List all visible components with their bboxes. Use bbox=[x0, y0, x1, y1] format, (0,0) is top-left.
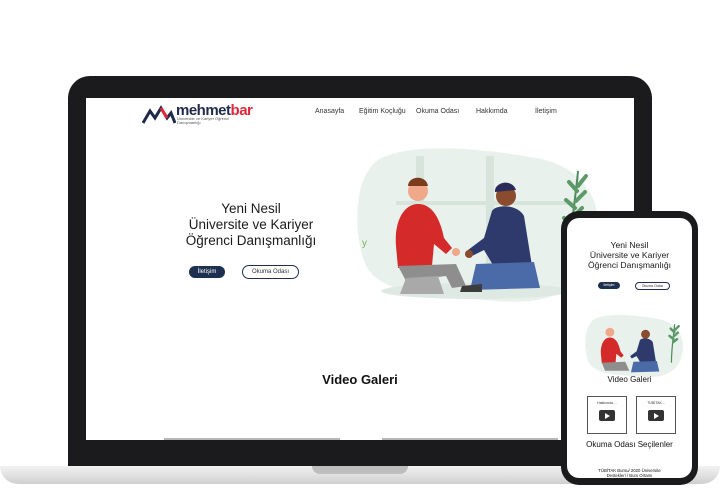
mobile-video-card[interactable]: Hakkımda ... bbox=[587, 396, 627, 434]
laptop-notch bbox=[312, 466, 408, 474]
mobile-hero-title-line: Üniversite ve Kariyer bbox=[589, 250, 670, 260]
mobile-footer-text: TÜBİTAK Bursu/ 2020 Üniversite Destekler… bbox=[567, 468, 692, 478]
mobile-video-card[interactable]: TÜBİTAK... bbox=[636, 396, 676, 434]
desktop-screen: mehmetbar Üniversite ve Kariyer Öğrenci … bbox=[86, 98, 634, 440]
mobile-hero-illustration bbox=[585, 314, 683, 378]
video-card[interactable] bbox=[382, 438, 558, 440]
mobile-screen: Yeni Nesil Üniversite ve Kariyer Öğrenci… bbox=[567, 218, 692, 478]
logo-mark-icon bbox=[142, 105, 176, 124]
hero-title: Yeni Nesil Üniversite ve Kariyer Öğrenci… bbox=[146, 201, 356, 249]
nav-about[interactable]: Hakkımda bbox=[476, 108, 508, 115]
nav-home[interactable]: Anasayfa bbox=[315, 108, 344, 115]
video-card-label: TÜBİTAK... bbox=[647, 401, 665, 405]
reading-room-button[interactable]: Okuma Odası bbox=[242, 265, 299, 279]
play-icon[interactable] bbox=[599, 410, 615, 421]
hero-title-line: Üniversite ve Kariyer bbox=[188, 217, 314, 232]
mobile-video-gallery-title: Video Galeri bbox=[607, 375, 652, 384]
mobile-reading-selection-title: Okuma Odası Seçilenler bbox=[586, 440, 673, 449]
contact-button[interactable]: İletişim bbox=[189, 266, 225, 278]
site-logo[interactable]: mehmetbar Üniversite ve Kariyer Öğrenci … bbox=[142, 101, 253, 127]
mobile-hero-title: Yeni Nesil Üniversite ve Kariyer Öğrenci… bbox=[567, 240, 692, 270]
hero-title-line: Yeni Nesil bbox=[221, 201, 281, 216]
logo-subtitle: Üniversite ve Kariyer Öğrenci Danışmanlı… bbox=[177, 116, 230, 125]
play-icon[interactable] bbox=[648, 410, 664, 421]
video-card-label: Hakkımda ... bbox=[597, 401, 617, 405]
mobile-hero-title-line: Yeni Nesil bbox=[610, 240, 649, 250]
phone-frame: Yeni Nesil Üniversite ve Kariyer Öğrenci… bbox=[561, 211, 698, 485]
nav-contact[interactable]: İletişim bbox=[535, 108, 557, 115]
mobile-reading-room-button[interactable]: Okuma Odası bbox=[635, 282, 670, 290]
mobile-footer-line: Destekleri / Burs Ortamı bbox=[606, 473, 653, 478]
nav-coaching[interactable]: Eğitim Koçluğu bbox=[359, 108, 406, 115]
svg-text:y: y bbox=[362, 238, 367, 249]
video-gallery-title: Video Galeri bbox=[322, 372, 398, 387]
video-card[interactable] bbox=[164, 438, 340, 440]
nav-reading-room[interactable]: Okuma Odası bbox=[416, 108, 459, 115]
mobile-contact-button[interactable]: İletişim bbox=[598, 282, 620, 289]
mobile-hero-title-line: Öğrenci Danışmanlığı bbox=[587, 260, 672, 270]
hero-title-line: Öğrenci Danışmanlığı bbox=[185, 233, 317, 248]
